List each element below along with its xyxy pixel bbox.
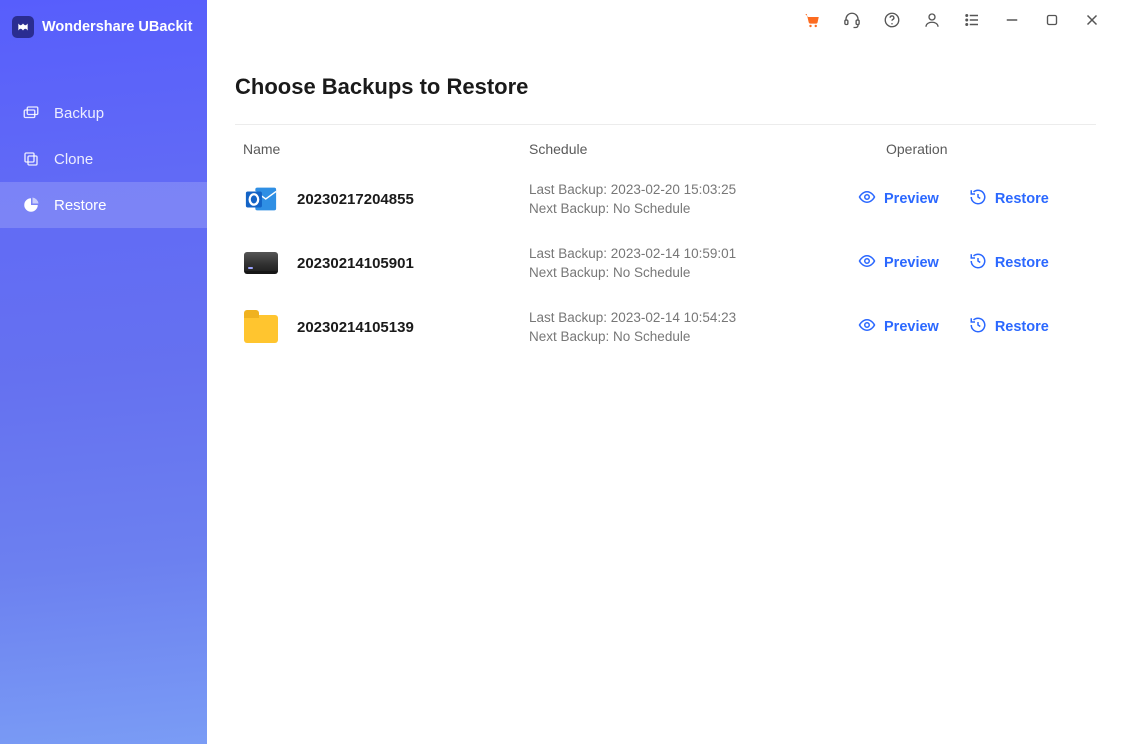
last-backup-text: Last Backup: 2023-02-14 10:59:01: [529, 246, 858, 261]
eye-icon: [858, 252, 876, 274]
sidebar-item-label: Restore: [54, 197, 107, 214]
backup-name: 20230214105901: [297, 255, 414, 272]
titlebar: [207, 0, 1124, 40]
folders-icon: [22, 104, 40, 122]
column-header-name: Name: [243, 141, 529, 157]
outlook-icon: [243, 181, 279, 217]
user-icon[interactable]: [912, 0, 952, 40]
table-header: Name Schedule Operation: [235, 125, 1096, 167]
restore-button[interactable]: Restore: [969, 188, 1049, 210]
sidebar: Wondershare UBackit Backup Clone: [0, 0, 207, 744]
preview-button[interactable]: Preview: [858, 188, 939, 210]
preview-label: Preview: [884, 255, 939, 271]
preview-button[interactable]: Preview: [858, 316, 939, 338]
support-icon[interactable]: [832, 0, 872, 40]
sidebar-item-clone[interactable]: Clone: [0, 136, 207, 182]
brand: Wondershare UBackit: [0, 6, 207, 60]
table-row: 20230217204855 Last Backup: 2023-02-20 15…: [235, 167, 1096, 231]
column-header-operation: Operation: [858, 141, 1088, 157]
eye-icon: [858, 188, 876, 210]
restore-label: Restore: [995, 191, 1049, 207]
backup-list: 20230217204855 Last Backup: 2023-02-20 15…: [235, 167, 1096, 359]
close-button[interactable]: [1072, 0, 1112, 40]
eye-icon: [858, 316, 876, 338]
menu-icon[interactable]: [952, 0, 992, 40]
column-header-schedule: Schedule: [529, 141, 858, 157]
main-area: Choose Backups to Restore Name Schedule …: [207, 0, 1124, 744]
restore-label: Restore: [995, 319, 1049, 335]
history-icon: [969, 316, 987, 338]
restore-button[interactable]: Restore: [969, 252, 1049, 274]
minimize-button[interactable]: [992, 0, 1032, 40]
backup-name: 20230214105139: [297, 319, 414, 336]
page-title: Choose Backups to Restore: [235, 74, 1096, 100]
restore-button[interactable]: Restore: [969, 316, 1049, 338]
folder-icon: [243, 309, 279, 345]
pie-icon: [22, 196, 40, 214]
sidebar-item-restore[interactable]: Restore: [0, 182, 207, 228]
help-icon[interactable]: [872, 0, 912, 40]
maximize-button[interactable]: [1032, 0, 1072, 40]
app-title: Wondershare UBackit: [42, 19, 192, 35]
table-row: 20230214105139 Last Backup: 2023-02-14 10…: [235, 295, 1096, 359]
history-icon: [969, 188, 987, 210]
app-logo-icon: [12, 16, 34, 38]
sidebar-item-label: Backup: [54, 105, 104, 122]
last-backup-text: Last Backup: 2023-02-20 15:03:25: [529, 182, 858, 197]
preview-label: Preview: [884, 191, 939, 207]
last-backup-text: Last Backup: 2023-02-14 10:54:23: [529, 310, 858, 325]
sidebar-nav: Backup Clone Restore: [0, 90, 207, 228]
restore-label: Restore: [995, 255, 1049, 271]
sidebar-item-backup[interactable]: Backup: [0, 90, 207, 136]
table-row: 20230214105901 Last Backup: 2023-02-14 10…: [235, 231, 1096, 295]
preview-label: Preview: [884, 319, 939, 335]
next-backup-text: Next Backup: No Schedule: [529, 329, 858, 344]
history-icon: [969, 252, 987, 274]
next-backup-text: Next Backup: No Schedule: [529, 265, 858, 280]
copy-icon: [22, 150, 40, 168]
sidebar-item-label: Clone: [54, 151, 93, 168]
backup-name: 20230217204855: [297, 191, 414, 208]
cart-icon[interactable]: [792, 0, 832, 40]
drive-icon: [243, 245, 279, 281]
next-backup-text: Next Backup: No Schedule: [529, 201, 858, 216]
preview-button[interactable]: Preview: [858, 252, 939, 274]
